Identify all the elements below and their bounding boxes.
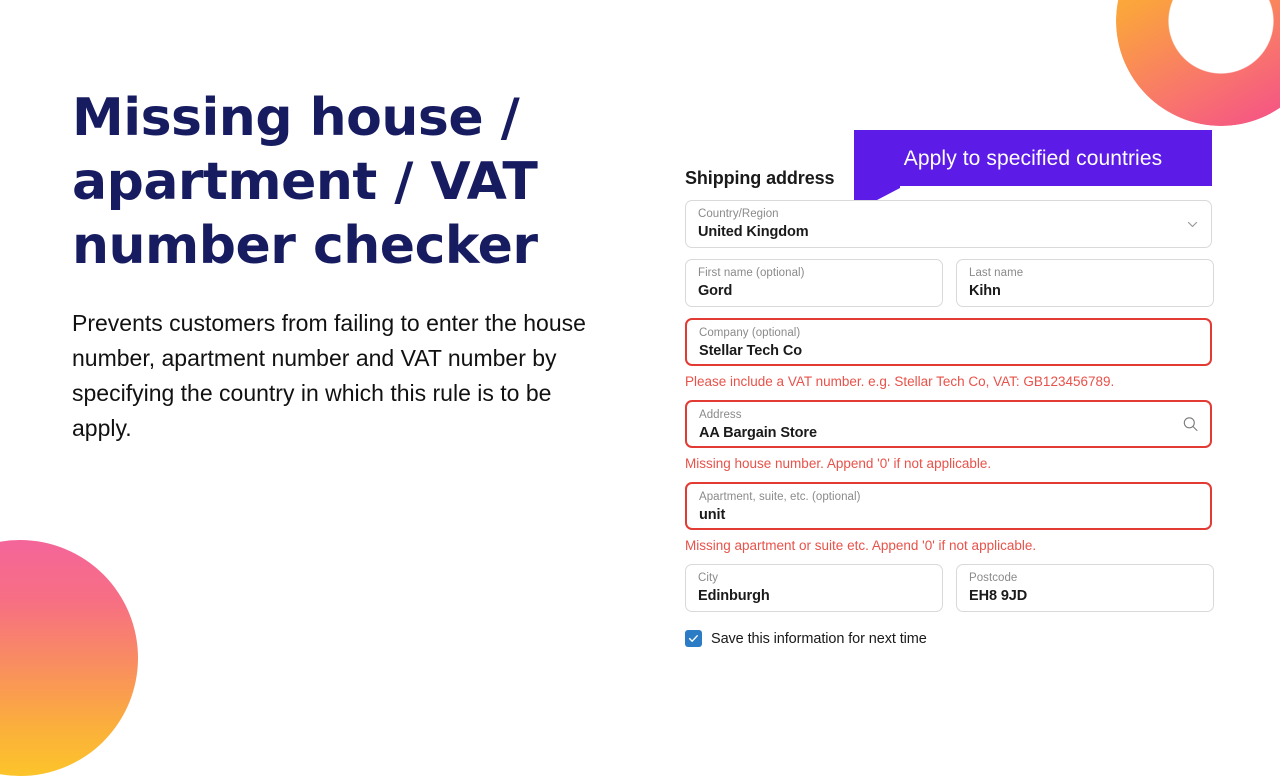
save-information-checkbox[interactable] bbox=[685, 630, 702, 647]
search-icon[interactable] bbox=[1182, 416, 1199, 433]
city-value: Edinburgh bbox=[698, 588, 770, 604]
country-row: Country/Region United Kingdom bbox=[685, 200, 1212, 248]
first-name-input[interactable]: First name (optional) Gord bbox=[685, 259, 943, 307]
address-input[interactable]: Address AA Bargain Store bbox=[685, 400, 1212, 448]
company-input[interactable]: Company (optional) Stellar Tech Co bbox=[685, 318, 1212, 366]
postcode-input[interactable]: Postcode EH8 9JD bbox=[956, 564, 1214, 612]
circle-shape bbox=[0, 540, 138, 776]
country-region-select[interactable]: Country/Region United Kingdom bbox=[685, 200, 1212, 248]
page-description: Prevents customers from failing to enter… bbox=[72, 310, 586, 441]
apartment-row: Apartment, suite, etc. (optional) unit bbox=[685, 482, 1212, 530]
postcode-value: EH8 9JD bbox=[969, 588, 1028, 604]
tooltip-label: Apply to specified countries bbox=[903, 146, 1163, 170]
address-value: AA Bargain Store bbox=[699, 425, 817, 441]
company-error-message: Please include a VAT number. e.g. Stella… bbox=[685, 374, 1115, 389]
ring-shape bbox=[1116, 0, 1280, 126]
country-region-value: United Kingdom bbox=[698, 224, 809, 240]
apartment-input[interactable]: Apartment, suite, etc. (optional) unit bbox=[685, 482, 1212, 530]
page-title: Missing house / apartment / VAT number c… bbox=[72, 88, 538, 276]
apartment-value: unit bbox=[699, 507, 726, 523]
save-information-row[interactable]: Save this information for next time bbox=[685, 630, 1212, 647]
company-value: Stellar Tech Co bbox=[699, 343, 802, 359]
city-postcode-row: City Edinburgh Postcode EH8 9JD bbox=[685, 564, 1214, 612]
address-error-message: Missing house number. Append '0' if not … bbox=[685, 456, 992, 471]
city-input[interactable]: City Edinburgh bbox=[685, 564, 943, 612]
company-label: Company (optional) bbox=[699, 327, 801, 339]
apartment-error-message: Missing apartment or suite etc. Append '… bbox=[685, 538, 1037, 553]
first-name-label: First name (optional) bbox=[698, 267, 805, 279]
hero-section: Missing house / apartment / VAT number c… bbox=[72, 86, 612, 446]
last-name-label: Last name bbox=[969, 267, 1024, 279]
shipping-address-form: Apply to specified countries Shipping ad… bbox=[685, 130, 1214, 647]
country-region-label: Country/Region bbox=[698, 208, 779, 220]
address-label: Address bbox=[699, 409, 742, 421]
last-name-input[interactable]: Last name Kihn bbox=[956, 259, 1214, 307]
company-row: Company (optional) Stellar Tech Co bbox=[685, 318, 1212, 366]
tooltip-callout: Apply to specified countries bbox=[854, 130, 1212, 186]
last-name-value: Kihn bbox=[969, 283, 1001, 299]
chevron-down-icon[interactable] bbox=[1185, 217, 1200, 232]
first-name-value: Gord bbox=[698, 283, 733, 299]
save-information-label: Save this information for next time bbox=[711, 630, 927, 647]
address-row: Address AA Bargain Store bbox=[685, 400, 1212, 448]
postcode-label: Postcode bbox=[969, 572, 1018, 584]
name-row: First name (optional) Gord Last name Kih… bbox=[685, 259, 1214, 307]
city-label: City bbox=[698, 572, 719, 584]
apartment-label: Apartment, suite, etc. (optional) bbox=[699, 491, 861, 503]
